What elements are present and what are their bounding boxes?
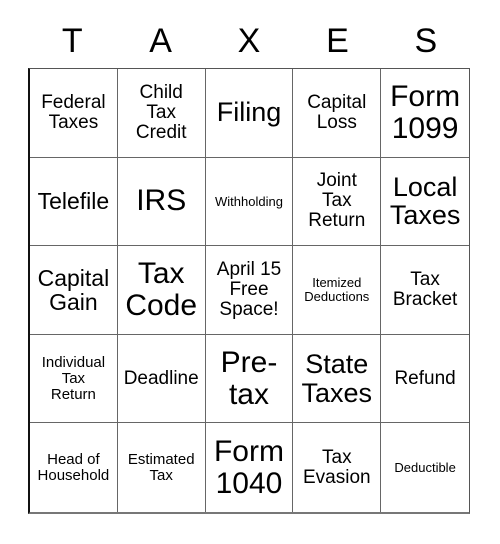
bingo-header-row: TAXES xyxy=(28,14,470,68)
bingo-cell-label: Deductible xyxy=(394,459,456,475)
bingo-cell[interactable]: Pre- tax xyxy=(205,334,294,424)
bingo-cell[interactable]: Tax Code xyxy=(117,246,206,335)
bingo-cell-label: Itemized Deductions xyxy=(304,275,370,304)
bingo-cell[interactable]: IRS xyxy=(117,157,206,247)
bingo-cell-label: Child Tax Credit xyxy=(135,81,187,143)
bingo-cell[interactable]: Child Tax Credit xyxy=(117,69,206,158)
bingo-cell[interactable]: Tax Bracket xyxy=(381,246,469,335)
bingo-cell[interactable]: Form 1099 xyxy=(381,69,469,158)
bingo-cell[interactable]: Local Taxes xyxy=(381,157,469,247)
bingo-card: T A X E S Federal Taxes Child Tax Credit Filin… xyxy=(28,14,470,514)
bingo-cell-label: Estimated Tax xyxy=(127,450,195,484)
bingo-cell-label: Refund xyxy=(394,367,456,389)
bingo-cell-label: Tax Bracket xyxy=(392,268,458,310)
bingo-cell-label: State Taxes xyxy=(301,348,373,408)
bingo-cell[interactable]: Federal Taxes xyxy=(30,69,118,158)
bingo-cell-label: Filing xyxy=(216,97,282,128)
bingo-cell-label: Local Taxes xyxy=(389,171,461,231)
bingo-cell-label: Tax Evasion xyxy=(302,446,371,488)
bingo-cell[interactable]: Telefile xyxy=(30,157,118,247)
bingo-cell[interactable]: State Taxes xyxy=(293,334,382,424)
bingo-cell[interactable]: Estimated Tax xyxy=(117,423,206,512)
bingo-header-letter-2: X xyxy=(237,22,261,60)
bingo-cell-label: April 15 Free Space! xyxy=(216,258,282,321)
bingo-grid: Federal Taxes Child Tax Credit Filing Capit… xyxy=(28,68,470,514)
bingo-cell[interactable]: Individual Tax Return xyxy=(30,334,118,424)
bingo-cell[interactable]: Capital Loss xyxy=(293,69,382,158)
bingo-cell[interactable]: Itemized Deductions xyxy=(293,246,382,335)
bingo-cell[interactable]: Filing xyxy=(205,69,294,158)
bingo-cell-label: Form 1040 xyxy=(213,434,284,500)
bingo-cell-label: Deadline xyxy=(123,367,199,389)
bingo-cell[interactable]: Withholding xyxy=(205,157,294,247)
bingo-cell-label: Tax Code xyxy=(125,257,198,322)
bingo-cell-label: Head of Household xyxy=(37,450,110,484)
bingo-header-letter-3: E xyxy=(326,22,349,60)
bingo-cell[interactable]: Capital Gain xyxy=(30,246,118,335)
bingo-cell-label: IRS xyxy=(136,184,187,218)
bingo-cell[interactable]: Head of Household xyxy=(30,423,118,512)
bingo-cell[interactable]: Deductible xyxy=(381,423,469,512)
bingo-cell-label: Federal Taxes xyxy=(41,91,106,133)
bingo-cell-label: Capital Gain xyxy=(37,264,110,315)
bingo-cell[interactable]: Tax Evasion xyxy=(293,423,382,512)
bingo-header-letter-1: A xyxy=(149,22,172,60)
bingo-cell-label: Form 1099 xyxy=(390,80,461,145)
bingo-cell[interactable]: Joint Tax Return xyxy=(293,157,382,247)
bingo-header-letter-4: S xyxy=(414,22,438,60)
bingo-cell-label: Joint Tax Return xyxy=(308,170,366,232)
bingo-cell-label: Telefile xyxy=(37,188,110,215)
bingo-cell-label: Pre- tax xyxy=(220,345,278,411)
bingo-cell[interactable]: Form 1040 xyxy=(205,423,294,512)
bingo-cell[interactable]: Refund xyxy=(381,334,469,424)
bingo-cell-label: Withholding xyxy=(215,193,283,209)
bingo-cell-label: Individual Tax Return xyxy=(41,353,106,403)
bingo-cell-label: Capital Loss xyxy=(307,91,367,133)
bingo-cell[interactable]: Deadline xyxy=(117,334,206,424)
bingo-header-letter-0: T xyxy=(61,22,83,60)
bingo-cell-free-space[interactable]: April 15 Free Space! xyxy=(205,246,294,335)
